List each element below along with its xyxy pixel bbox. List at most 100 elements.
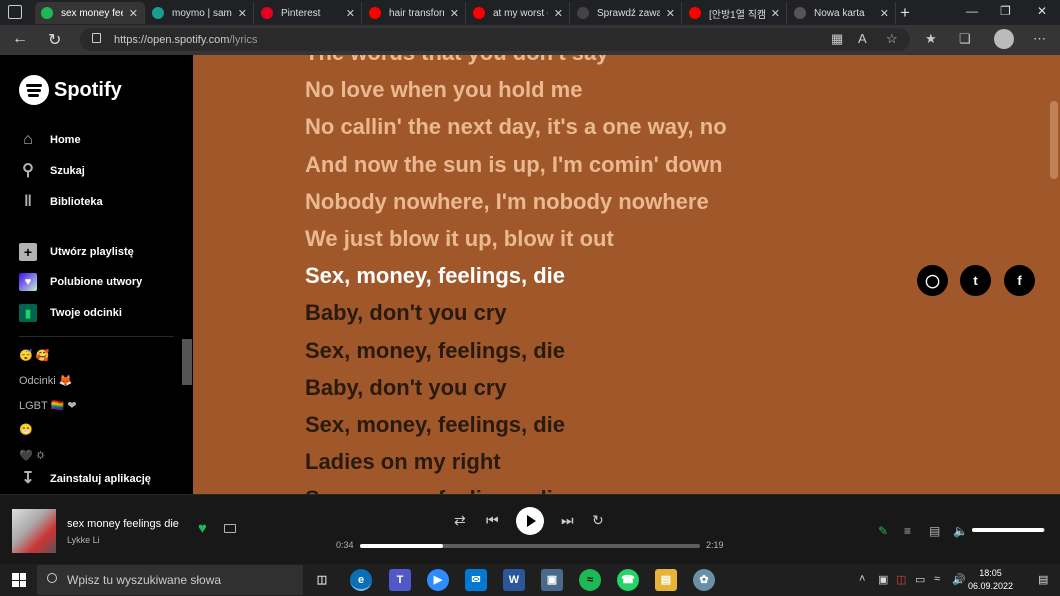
picture-in-picture-icon[interactable] bbox=[224, 524, 236, 533]
favorites-icon[interactable]: ★ bbox=[925, 31, 937, 47]
lyric-line[interactable]: Baby, don't you cry bbox=[305, 300, 507, 326]
network-app-icon[interactable]: ▣ bbox=[541, 569, 563, 591]
browser-tab[interactable]: hair transform ✕ bbox=[363, 2, 466, 24]
sidebar-item-library[interactable]: ‖ Biblioteka bbox=[19, 193, 103, 211]
install-app-button[interactable]: ↧ Zainstaluj aplikację bbox=[19, 470, 151, 488]
whatsapp-icon[interactable]: ☎ bbox=[617, 569, 639, 591]
close-tab-icon[interactable]: ✕ bbox=[554, 7, 563, 20]
close-tab-icon[interactable]: ✕ bbox=[129, 7, 138, 20]
lyric-line[interactable]: Ladies on my right bbox=[305, 449, 501, 475]
create-playlist-button[interactable]: + Utwórz playlistę bbox=[19, 243, 134, 261]
lyric-line[interactable]: Nobody nowhere, I'm nobody nowhere bbox=[305, 189, 709, 215]
instagram-icon[interactable]: ◯ bbox=[917, 265, 948, 296]
task-view-icon[interactable]: ◫ bbox=[311, 569, 333, 591]
lyric-line[interactable]: No love when you hold me bbox=[305, 77, 582, 103]
close-tab-icon[interactable]: ✕ bbox=[880, 7, 889, 20]
playlist-item[interactable]: 🖤 🌣 bbox=[19, 447, 45, 466]
minimize-button[interactable]: — bbox=[966, 4, 978, 18]
playlist-item[interactable]: LGBT 🏳️‍🌈 ❤ bbox=[19, 399, 77, 412]
mail-icon[interactable]: ✉ bbox=[465, 569, 487, 591]
sidebar-item-search[interactable]: ⚲ Szukaj bbox=[19, 162, 85, 180]
battery-icon[interactable]: ▭ bbox=[915, 573, 925, 586]
more-icon[interactable]: ⋯ bbox=[1033, 31, 1046, 47]
volume-icon[interactable]: 🔈 bbox=[953, 524, 968, 538]
word-icon[interactable]: W bbox=[503, 569, 525, 591]
play-button[interactable] bbox=[516, 507, 544, 535]
taskbar-search[interactable]: Wpisz tu wyszukiwane słowa bbox=[37, 565, 303, 595]
browser-tab[interactable]: at my worst - ✕ bbox=[467, 2, 570, 24]
liked-songs-button[interactable]: ♥ Polubione utwory bbox=[19, 273, 142, 291]
tab-actions-icon[interactable] bbox=[8, 5, 22, 19]
sidebar-scrollbar[interactable] bbox=[182, 339, 192, 385]
playlist-item[interactable]: Odcinki 🦊 bbox=[19, 374, 72, 387]
sidebar-item-home[interactable]: ⌂ Home bbox=[19, 131, 80, 149]
shuffle-icon[interactable]: ⇄ bbox=[454, 512, 466, 529]
queue-icon[interactable]: ≡ bbox=[904, 524, 911, 538]
twitter-icon[interactable]: t bbox=[960, 265, 991, 296]
browser-tab[interactable]: Pinterest ✕ bbox=[255, 2, 362, 24]
read-aloud-icon[interactable]: A bbox=[858, 31, 867, 46]
close-tab-icon[interactable]: ✕ bbox=[666, 7, 675, 20]
lyric-line[interactable]: And now the sun is up, I'm comin' down bbox=[305, 152, 722, 178]
repeat-icon[interactable]: ↻ bbox=[592, 512, 604, 529]
heart-icon[interactable]: ♥ bbox=[198, 520, 207, 537]
meet-icon[interactable]: ▣ bbox=[878, 573, 888, 586]
devices-icon[interactable]: ▤ bbox=[929, 524, 940, 538]
your-episodes-button[interactable]: ▮ Twoje odcinki bbox=[19, 304, 122, 322]
lyrics-mic-icon[interactable]: ✎ bbox=[878, 524, 888, 538]
volume-slider[interactable] bbox=[972, 528, 1045, 532]
lyric-line-current[interactable]: Sex, money, feelings, die bbox=[305, 263, 565, 289]
search-icon bbox=[47, 573, 57, 583]
lyric-line[interactable]: The words that you don't say bbox=[305, 55, 608, 66]
track-artist[interactable]: Lykke Li bbox=[67, 535, 100, 545]
apps-icon[interactable]: ▦ bbox=[831, 31, 843, 47]
spotify-taskbar-icon[interactable]: ≈ bbox=[579, 569, 601, 591]
close-tab-icon[interactable]: ✕ bbox=[346, 7, 355, 20]
notifications-icon[interactable]: ▤ bbox=[1038, 573, 1048, 586]
close-window-button[interactable]: ✕ bbox=[1037, 4, 1047, 18]
teams-icon[interactable]: T bbox=[389, 569, 411, 591]
next-icon[interactable]: ⏭ bbox=[561, 512, 574, 529]
lyric-line[interactable]: Sex, money, feelings, die bbox=[305, 486, 565, 494]
playlist-item[interactable]: 😴 🥰 bbox=[19, 349, 49, 362]
back-button[interactable]: ← bbox=[12, 30, 28, 48]
close-tab-icon[interactable]: ✕ bbox=[238, 7, 247, 20]
wifi-icon[interactable]: ≈ bbox=[934, 573, 940, 585]
facebook-icon[interactable]: f bbox=[1004, 265, 1035, 296]
refresh-button[interactable]: ↻ bbox=[48, 30, 61, 50]
browser-tab[interactable]: Sprawdź zawa ✕ bbox=[571, 2, 682, 24]
favorite-star-icon[interactable]: ☆ bbox=[886, 31, 898, 47]
windows-start-icon[interactable] bbox=[12, 573, 26, 587]
close-tab-icon[interactable]: ✕ bbox=[450, 7, 459, 20]
lyric-line[interactable]: Baby, don't you cry bbox=[305, 375, 507, 401]
browser-tab[interactable]: Nowa karta ✕ bbox=[788, 2, 896, 24]
playlist-item[interactable]: 😁 bbox=[19, 423, 33, 436]
new-tab-button[interactable]: + bbox=[900, 3, 910, 23]
edge-icon[interactable]: e bbox=[350, 569, 372, 591]
track-title[interactable]: sex money feelings die bbox=[67, 518, 179, 530]
restore-button[interactable]: ❐ bbox=[1000, 4, 1011, 18]
lyrics-scrollbar[interactable] bbox=[1050, 101, 1058, 179]
close-tab-icon[interactable]: ✕ bbox=[771, 7, 780, 20]
url-field[interactable]: https://open.spotify.com/lyrics bbox=[80, 28, 910, 51]
browser-tab[interactable]: [안방1열 직캠 ✕ bbox=[683, 2, 787, 24]
spotify-logo[interactable]: Spotify bbox=[19, 75, 122, 105]
file-explorer-icon[interactable]: ▤ bbox=[655, 569, 677, 591]
album-art[interactable] bbox=[12, 509, 56, 553]
lyric-line[interactable]: We just blow it up, blow it out bbox=[305, 226, 614, 252]
collections-icon[interactable]: ❏ bbox=[959, 31, 971, 47]
lyric-line[interactable]: Sex, money, feelings, die bbox=[305, 412, 565, 438]
lyric-line[interactable]: Sex, money, feelings, die bbox=[305, 338, 565, 364]
browser-tab[interactable]: moymo | sam ✕ bbox=[146, 2, 254, 24]
previous-icon[interactable]: ⏮ bbox=[486, 512, 499, 529]
zoom-icon[interactable]: ▶ bbox=[427, 569, 449, 591]
profile-avatar[interactable] bbox=[994, 29, 1014, 49]
paint-icon[interactable]: ✿ bbox=[693, 569, 715, 591]
progress-bar[interactable] bbox=[360, 544, 700, 548]
browser-tab[interactable]: sex money feelings die ✕ bbox=[35, 2, 145, 24]
lyric-line[interactable]: No callin' the next day, it's a one way,… bbox=[305, 114, 727, 140]
speaker-icon[interactable]: 🔊 bbox=[952, 573, 966, 586]
antivirus-icon[interactable]: ◫ bbox=[896, 573, 906, 586]
clock[interactable]: 18:05 06.09.2022 bbox=[968, 567, 1013, 593]
chevron-up-icon[interactable]: ˄ bbox=[859, 573, 865, 585]
